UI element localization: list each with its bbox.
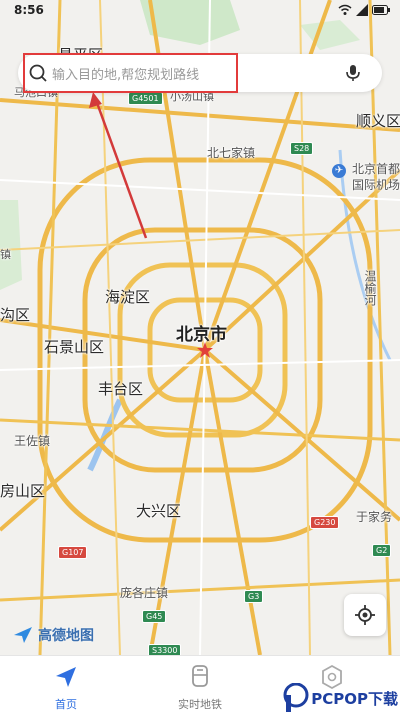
map-label-yujiawu: 于家务: [356, 510, 393, 524]
map-label-fangshan: 房山区: [0, 482, 46, 500]
road-shield-g107: G107: [58, 546, 88, 559]
road-shield-g230: G230: [310, 516, 340, 529]
road-shield-g4501: G4501: [128, 92, 163, 105]
tab-home[interactable]: 首页: [6, 656, 126, 721]
locate-button[interactable]: [344, 594, 386, 636]
watermark-text: PCPOP下载: [311, 689, 398, 708]
battery-icon: [372, 5, 390, 15]
status-time: 8:56: [14, 3, 44, 17]
map-label-town-edge: 镇: [0, 248, 11, 261]
map-label-fengtai: 丰台区: [98, 380, 144, 398]
road-shield-s28: S28: [290, 142, 314, 155]
crosshair-icon: [355, 605, 375, 625]
map-label-wenyu-river: 温榆河: [363, 270, 377, 306]
road-shield-g3: G3: [244, 590, 264, 603]
map-label-mentougou: 沟区: [0, 306, 31, 324]
microphone-icon[interactable]: [344, 64, 362, 82]
annotation-highlight-box: [23, 53, 238, 93]
amap-logo-icon: [14, 627, 32, 643]
tab-metro-label: 实时地铁: [178, 698, 222, 711]
amap-logo-text: 高德地图: [38, 628, 94, 644]
map-label-beiqijia: 北七家镇: [207, 146, 256, 160]
status-icons: [338, 4, 390, 16]
map-label-daxing: 大兴区: [136, 502, 182, 520]
wifi-icon: [338, 4, 352, 15]
map-label-panggezhuang: 庞各庄镇: [120, 586, 169, 600]
road-shield-s3300: S3300: [148, 644, 182, 655]
navigation-arrow-icon: [56, 667, 76, 687]
signal-icon: [356, 4, 368, 16]
map-label-shunyi: 顺义区: [356, 112, 400, 130]
tab-home-label: 首页: [55, 698, 77, 711]
subway-icon: [192, 665, 208, 687]
status-bar: 8:56: [0, 0, 400, 22]
tab-metro[interactable]: 实时地铁: [140, 656, 260, 721]
road-shield-g45: G45: [142, 610, 167, 623]
map-label-haidian: 海淀区: [105, 288, 151, 306]
map-label-shijingshan: 石景山区: [44, 338, 105, 356]
amap-logo: 高德地图: [12, 625, 94, 645]
map-label-beijing: 北京市: [176, 325, 227, 345]
watermark: PCPOP下载: [283, 683, 398, 713]
airport-icon: ✈: [332, 164, 346, 178]
map-label-airport-2: 国际机场: [352, 178, 400, 192]
watermark-logo-icon: [283, 683, 309, 712]
map-label-wangzuo: 王佐镇: [14, 434, 51, 448]
road-shield-g2: G2: [372, 544, 392, 557]
map-view[interactable]: 昌平区 马池口镇 小汤山镇 顺义区 北七家镇 北京首都 国际机场 镇 温榆河 海…: [0, 0, 400, 655]
map-label-airport-1: 北京首都: [352, 162, 400, 176]
